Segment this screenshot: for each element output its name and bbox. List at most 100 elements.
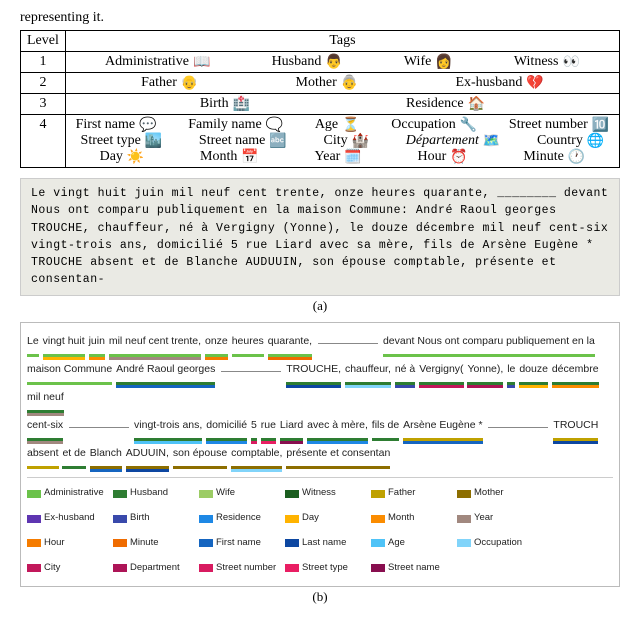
blank-gap bbox=[318, 343, 378, 344]
tag-emoji-icon: 🔟 bbox=[592, 117, 609, 133]
annot-segment: cent-six bbox=[27, 413, 63, 441]
legend-item: Street type bbox=[285, 557, 365, 580]
annot-segment: son épouse bbox=[173, 441, 227, 469]
tag-item: Father👴 bbox=[141, 75, 198, 91]
annot-segment: et de bbox=[62, 441, 85, 469]
level-cell: 2 bbox=[21, 73, 66, 94]
tag-item: Birth🏥 bbox=[200, 96, 250, 112]
legend-label: Department bbox=[130, 557, 180, 580]
legend-label: Occupation bbox=[474, 532, 522, 555]
annot-segment: André Raoul georges bbox=[116, 357, 215, 385]
tag-item: Street number🔟 bbox=[509, 117, 609, 133]
annot-segment: Blanch bbox=[90, 441, 122, 469]
legend-label: Minute bbox=[130, 532, 159, 555]
annot-segment: TROUCHE, bbox=[286, 357, 341, 385]
legend-label: Age bbox=[388, 532, 405, 555]
tag-emoji-icon: 👨 bbox=[325, 54, 342, 70]
tag-emoji-icon: 🔧 bbox=[460, 117, 477, 133]
tag-emoji-icon: 🕐 bbox=[568, 149, 585, 165]
legend-label: Residence bbox=[216, 507, 261, 530]
tag-emoji-icon: 🗺️ bbox=[483, 133, 500, 149]
tag-emoji-icon: ☀️ bbox=[127, 149, 144, 165]
tag-emoji-icon: 🏥 bbox=[233, 96, 250, 112]
annot-segment: ADUUIN, bbox=[126, 441, 169, 469]
legend-swatch-icon bbox=[113, 564, 127, 572]
scan-excerpt: Le vingt huit juin mil neuf cent trente,… bbox=[20, 178, 620, 296]
legend-label: Mother bbox=[474, 482, 504, 505]
annot-segment: douze bbox=[519, 357, 548, 385]
legend-item: Witness bbox=[285, 482, 365, 505]
legend-swatch-icon bbox=[199, 564, 213, 572]
tag-item: Wife👩 bbox=[404, 54, 453, 70]
annot-segment: fils de bbox=[372, 413, 399, 441]
annot-segment: Liard bbox=[280, 413, 303, 441]
legend-label: Year bbox=[474, 507, 493, 530]
annot-segment: rue bbox=[261, 413, 276, 441]
tag-item: Département🗺️ bbox=[406, 133, 501, 149]
annot-segment: présente et consentan bbox=[286, 441, 390, 469]
annot-segment: quarante, bbox=[268, 329, 312, 357]
legend-item: Occupation bbox=[457, 532, 537, 555]
legend-item: Hour bbox=[27, 532, 107, 555]
tag-item: Family name🗨️ bbox=[188, 117, 283, 133]
annot-segment: 5 bbox=[251, 413, 257, 441]
legend-swatch-icon bbox=[371, 515, 385, 523]
legend-swatch-icon bbox=[113, 539, 127, 547]
tag-emoji-icon: 🗓️ bbox=[344, 149, 361, 165]
tag-emoji-icon: 🌐 bbox=[587, 133, 604, 149]
tags-cell: First name💬Family name🗨️Age⏳Occupation🔧S… bbox=[65, 115, 619, 168]
annot-segment: Yonne), bbox=[467, 357, 503, 385]
legend-item: Administrative bbox=[27, 482, 107, 505]
legend-item: Husband bbox=[113, 482, 193, 505]
annot-segment: absent bbox=[27, 441, 59, 469]
legend-label: Last name bbox=[302, 532, 346, 555]
annot-segment: comptable, bbox=[231, 441, 282, 469]
annot-segment: juin bbox=[89, 329, 105, 357]
legend-item: Ex-husband bbox=[27, 507, 107, 530]
tag-item: Street type🏙️ bbox=[81, 133, 163, 149]
tag-emoji-icon: 📅 bbox=[241, 149, 258, 165]
annot-segment: vingt-trois ans, bbox=[134, 413, 202, 441]
legend-label: Wife bbox=[216, 482, 235, 505]
tags-table: Level Tags 1Administrative📖Husband👨Wife👩… bbox=[20, 30, 620, 168]
legend-swatch-icon bbox=[285, 539, 299, 547]
tag-item: Street name🔤 bbox=[199, 133, 287, 149]
legend-label: Street type bbox=[302, 557, 348, 580]
legend-item: Mother bbox=[457, 482, 537, 505]
col-level: Level bbox=[21, 31, 66, 52]
tag-emoji-icon: 💬 bbox=[139, 117, 156, 133]
legend-item: Last name bbox=[285, 532, 365, 555]
legend-swatch-icon bbox=[371, 539, 385, 547]
annot-segment: Arsène Eugène * bbox=[403, 413, 482, 441]
legend-swatch-icon bbox=[113, 490, 127, 498]
annot-segment: onze bbox=[205, 329, 228, 357]
legend-item: Year bbox=[457, 507, 537, 530]
tags-cell: Father👴Mother👵Ex-husband💔 bbox=[65, 73, 619, 94]
legend-item: Month bbox=[371, 507, 451, 530]
legend-item: Birth bbox=[113, 507, 193, 530]
blank-gap bbox=[221, 371, 281, 372]
tag-emoji-icon: 👀 bbox=[562, 54, 579, 70]
legend-label: Month bbox=[388, 507, 414, 530]
blank-gap bbox=[69, 427, 129, 428]
tag-emoji-icon: 📖 bbox=[193, 54, 210, 70]
tag-emoji-icon: ⏰ bbox=[450, 149, 467, 165]
tag-item: Witness👀 bbox=[514, 54, 580, 70]
legend-item: Street number bbox=[199, 557, 279, 580]
blank-gap bbox=[488, 427, 548, 428]
tag-item: Country🌐 bbox=[537, 133, 604, 149]
legend-label: Birth bbox=[130, 507, 150, 530]
legend-swatch-icon bbox=[199, 539, 213, 547]
legend-swatch-icon bbox=[457, 490, 471, 498]
tag-emoji-icon: 🏠 bbox=[468, 96, 485, 112]
tag-emoji-icon: 💔 bbox=[526, 75, 543, 91]
annotated-transcript: Le vingt huit juin mil neuf cent trente,… bbox=[20, 322, 620, 587]
annot-segment: Le bbox=[27, 329, 39, 357]
legend-item: Department bbox=[113, 557, 193, 580]
legend-item: Age bbox=[371, 532, 451, 555]
tag-item: Mother👵 bbox=[296, 75, 359, 91]
legend-swatch-icon bbox=[199, 515, 213, 523]
annot-segment: mil neuf bbox=[27, 385, 64, 413]
legend-label: Father bbox=[388, 482, 415, 505]
tag-item: Residence🏠 bbox=[406, 96, 485, 112]
